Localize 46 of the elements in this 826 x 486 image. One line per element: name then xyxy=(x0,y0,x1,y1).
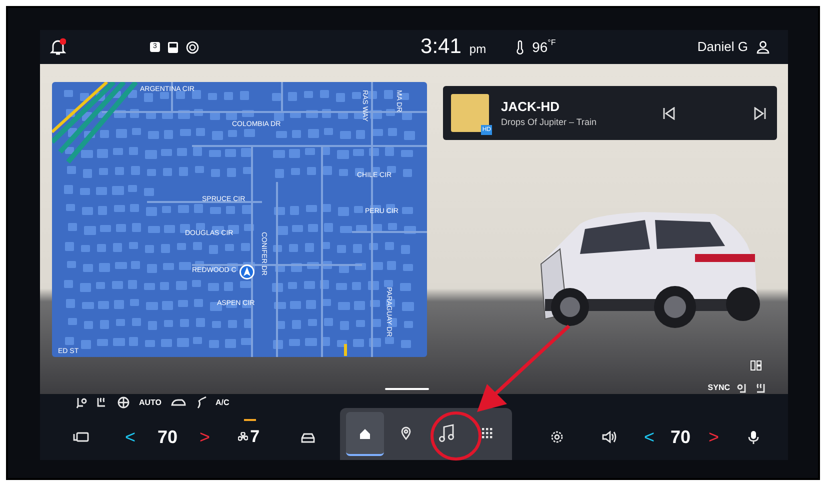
clock-time: 3:41 xyxy=(420,34,462,60)
passenger-temp-down-button[interactable]: < xyxy=(644,424,655,450)
thermometer-icon xyxy=(516,40,524,54)
outside-temperature: 96 xyxy=(532,38,548,56)
microphone-icon[interactable] xyxy=(747,430,760,444)
driver-temp-up-button[interactable]: > xyxy=(200,424,210,450)
clock-meridiem: pm xyxy=(469,41,486,58)
sync-label[interactable]: SYNC xyxy=(708,382,730,394)
navigation-arrow-icon xyxy=(239,264,255,280)
home-icon[interactable] xyxy=(358,426,372,440)
notification-bell-icon[interactable] xyxy=(50,38,66,56)
passenger-temp-up-button[interactable]: > xyxy=(708,424,720,450)
vehicle-icon[interactable] xyxy=(300,430,316,444)
driver-temperature: 70 xyxy=(158,426,178,448)
fan-level-bar xyxy=(244,419,256,422)
location-pin-icon[interactable] xyxy=(398,426,412,440)
music-note-icon[interactable] xyxy=(438,424,456,442)
auto-climate-label[interactable]: AUTO xyxy=(139,396,162,408)
app-grid-icon[interactable] xyxy=(481,426,494,440)
split-view-icon[interactable] xyxy=(750,360,762,371)
settings-icon[interactable] xyxy=(550,430,564,444)
volume-icon[interactable] xyxy=(602,430,618,444)
defrost-globe-icon[interactable] xyxy=(117,396,130,409)
user-name[interactable]: Daniel G xyxy=(697,37,748,57)
skip-forward-icon xyxy=(754,106,766,120)
drag-handle[interactable] xyxy=(385,388,429,390)
album-art xyxy=(451,94,489,132)
dock-tab[interactable] xyxy=(346,412,384,456)
driver-temp-down-button[interactable]: < xyxy=(125,424,136,450)
document-icon[interactable] xyxy=(166,40,179,54)
annotation-circle xyxy=(430,411,482,461)
user-profile-icon[interactable] xyxy=(756,40,770,54)
passenger-heated-seat-icon[interactable] xyxy=(754,382,766,394)
track-title: Drops Of Jupiter – Train xyxy=(501,116,598,129)
skip-back-icon xyxy=(662,106,675,120)
passenger-seat-fan-icon[interactable] xyxy=(736,382,748,394)
circle-target-icon[interactable] xyxy=(186,40,199,54)
station-name: JACK-HD xyxy=(501,98,560,116)
passenger-temperature: 70 xyxy=(670,426,691,448)
rear-camera-icon[interactable] xyxy=(73,431,89,443)
temperature-unit: °F xyxy=(548,36,556,48)
ac-label[interactable]: A/C xyxy=(216,396,230,408)
fan-icon[interactable] xyxy=(238,432,248,442)
seat-fan-icon[interactable] xyxy=(75,396,87,409)
heated-seat-icon[interactable] xyxy=(96,396,108,409)
fan-speed[interactable]: 7 xyxy=(250,424,260,450)
